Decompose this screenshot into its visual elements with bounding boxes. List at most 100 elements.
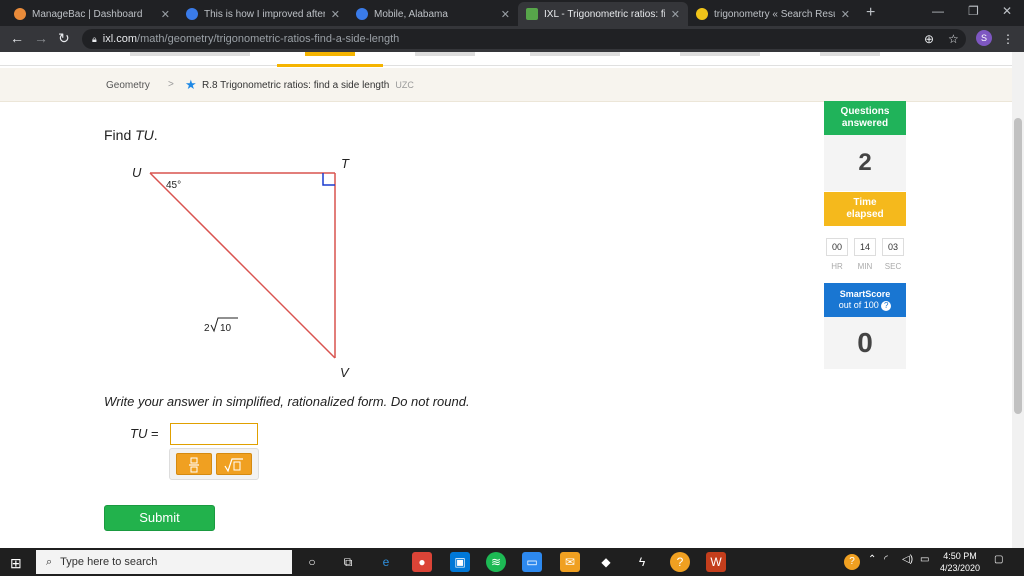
question-prompt: Find TU. — [104, 127, 158, 143]
chrome-icon[interactable]: ● — [412, 552, 432, 572]
cortana-icon[interactable]: ○ — [302, 552, 322, 572]
nav-item-cut — [820, 52, 880, 56]
back-icon[interactable]: ← — [10, 30, 24, 46]
search-site-icon — [696, 8, 708, 20]
questions-answered-header: Questions answered — [824, 101, 906, 135]
volume-icon[interactable]: ◁) — [902, 554, 913, 565]
site-icon — [186, 8, 198, 20]
timer-seconds: 03 — [882, 238, 904, 256]
store-icon[interactable]: ▣ — [450, 552, 470, 572]
close-tab-icon[interactable]: ✕ — [841, 8, 850, 21]
wifi-icon[interactable]: ◜ — [884, 554, 888, 565]
screen: ManageBac | Dashboard ✕ This is how I im… — [0, 0, 1024, 576]
fraction-button[interactable] — [176, 453, 212, 475]
restore-icon[interactable]: ❐ — [968, 4, 979, 18]
elapsed-label: elapsed — [846, 209, 884, 220]
time-elapsed-header: Time elapsed — [824, 192, 906, 226]
tray-chevron-icon[interactable]: ⌃ — [868, 554, 876, 565]
mail-icon[interactable]: ✉ — [560, 552, 580, 572]
fraction-icon — [189, 457, 199, 473]
address-bar[interactable]: 🔒︎ ixl.com/math/geometry/trigonometric-r… — [82, 29, 966, 49]
nav-item-cut — [680, 52, 760, 56]
equals-sign: = — [147, 426, 159, 441]
timer-minutes: 14 — [854, 238, 876, 256]
taskbar-search[interactable]: ⌕ Type here to search — [36, 550, 292, 574]
photos-icon[interactable]: ▭ — [522, 552, 542, 572]
scrollbar-thumb[interactable] — [1014, 118, 1022, 414]
smartscore-sub-text: out of 100 — [838, 300, 879, 310]
sqrt-icon — [224, 458, 243, 473]
reload-icon[interactable]: ↻ — [58, 30, 70, 47]
zoom-icon[interactable]: ⊕ — [924, 32, 934, 46]
prompt-text: Find — [104, 127, 136, 143]
word-icon[interactable]: W — [706, 552, 726, 572]
square-root-button[interactable] — [216, 453, 252, 475]
smartscore-value: 0 — [824, 317, 906, 369]
clock-time: 4:50 PM — [943, 551, 977, 561]
minimize-icon[interactable]: — — [932, 4, 944, 18]
breadcrumb-skill: R.8 Trigonometric ratios: find a side le… — [202, 80, 414, 91]
close-tab-icon[interactable]: ✕ — [161, 8, 170, 21]
tray-help-icon[interactable]: ? — [844, 554, 860, 570]
answer-label: TU = — [130, 426, 159, 441]
tab-title: trigonometry « Search Results — [714, 8, 835, 20]
edge-icon[interactable]: e — [376, 552, 396, 572]
task-view-icon[interactable]: ⧉ — [338, 552, 358, 572]
url-path: /math/geometry/trigonometric-ratios-find… — [137, 33, 400, 45]
math-toolbar — [169, 448, 259, 480]
new-tab-button[interactable]: + — [866, 4, 875, 22]
search-placeholder: Type here to search — [60, 556, 158, 568]
skill-code: UZC — [395, 80, 414, 90]
prompt-period: . — [153, 127, 158, 143]
window-close-icon[interactable]: ✕ — [1002, 4, 1012, 18]
breadcrumb-separator: > — [168, 79, 174, 90]
hypotenuse-radicand: 10 — [220, 323, 232, 334]
vertex-t-label: T — [341, 156, 350, 171]
tab-title: ManageBac | Dashboard — [32, 8, 143, 20]
answer-variable: TU — [130, 426, 148, 441]
spotify-icon[interactable]: ≋ — [486, 552, 506, 572]
nav-item-cut — [305, 52, 355, 56]
ixl-icon — [526, 8, 538, 20]
dropbox-icon[interactable]: ◆ — [596, 552, 616, 572]
tab-title: This is how I improved after 1 — [204, 8, 325, 20]
page-scrollbar[interactable] — [1012, 52, 1024, 548]
smartscore-header[interactable]: SmartScore out of 100 ? — [824, 283, 906, 317]
forward-icon[interactable]: → — [34, 30, 48, 46]
windows-start-icon[interactable]: ⊞ — [10, 555, 22, 572]
bookmark-star-icon[interactable]: ☆ — [948, 32, 959, 46]
timer-hours: 00 — [826, 238, 848, 256]
close-tab-icon[interactable]: ✕ — [501, 8, 510, 21]
nav-item-cut — [415, 52, 475, 56]
breadcrumb-geometry[interactable]: Geometry — [106, 80, 150, 91]
tab-ixl[interactable]: IXL - Trigonometric ratios: find ✕ — [518, 2, 688, 26]
skill-title: R.8 Trigonometric ratios: find a side le… — [202, 80, 390, 91]
tab-mobile-alabama[interactable]: Mobile, Alabama ✕ — [348, 2, 518, 26]
answered-label: answered — [841, 118, 889, 129]
help-app-icon[interactable]: ? — [670, 552, 690, 572]
menu-icon[interactable]: ⋮ — [1002, 32, 1014, 46]
breadcrumb: Geometry > ★ R.8 Trigonometric ratios: f… — [0, 68, 1012, 102]
tab-title: IXL - Trigonometric ratios: find — [544, 8, 665, 20]
help-icon[interactable]: ? — [881, 301, 892, 311]
tab-trigonometry-search[interactable]: trigonometry « Search Results ✕ — [688, 2, 858, 26]
smartscore-sub: out of 100 ? — [824, 300, 906, 311]
profile-avatar[interactable]: S — [976, 30, 992, 46]
tab-managebac[interactable]: ManageBac | Dashboard ✕ — [6, 2, 178, 26]
tab-video[interactable]: This is how I improved after 1 ✕ — [178, 2, 348, 26]
questions-label: Questions — [840, 106, 890, 117]
browser-toolbar: ← → ↻ 🔒︎ ixl.com/math/geometry/trigonome… — [0, 26, 1024, 52]
answer-input[interactable] — [170, 423, 258, 445]
browser-tab-strip: ManageBac | Dashboard ✕ This is how I im… — [0, 0, 1024, 26]
system-clock[interactable]: 4:50 PM 4/23/2020 — [936, 550, 984, 574]
right-angle-marker — [322, 173, 335, 186]
windows-taskbar: ⊞ ⌕ Type here to search ○ ⧉ e ● ▣ ≋ ▭ ✉ … — [0, 548, 1024, 576]
clock-date: 4/23/2020 — [939, 563, 981, 573]
bolt-icon[interactable]: ϟ — [632, 552, 652, 572]
site-nav-strip — [0, 52, 1012, 67]
close-tab-icon[interactable]: ✕ — [331, 8, 340, 21]
notifications-icon[interactable]: ▢ — [994, 554, 1003, 565]
battery-icon[interactable]: ▭ — [920, 554, 929, 565]
close-tab-icon[interactable]: ✕ — [671, 8, 680, 21]
submit-button[interactable]: Submit — [104, 505, 215, 531]
